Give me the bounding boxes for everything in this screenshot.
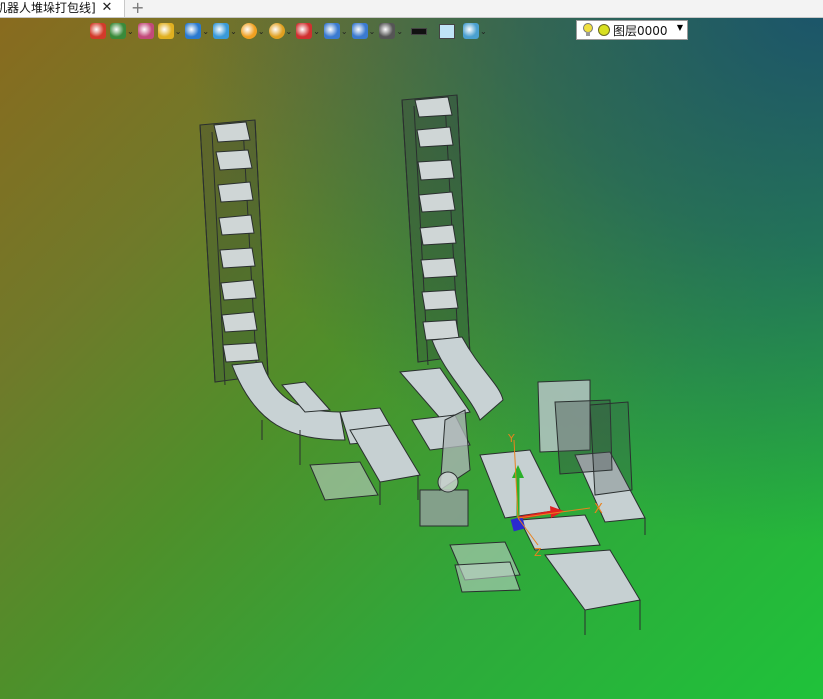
chevron-down-icon[interactable]: ⌄ — [313, 27, 320, 36]
left-tower — [199, 119, 269, 386]
toolbar: ⌄ ⌄ ⌄ ⌄ ⌄ ⌄ ⌄ ⌄ ⌄ ⌄ ⌄ — [90, 19, 491, 43]
person-button[interactable]: ⌄ — [110, 23, 134, 39]
cube-faces-icon — [213, 23, 230, 39]
layer-select[interactable]: 图层0000 ▼ — [576, 20, 688, 40]
z-axis-label: Z — [534, 546, 542, 559]
layer-label: 图层0000 — [613, 23, 668, 38]
split-view-button[interactable]: ⌄ — [351, 23, 376, 39]
box-icon — [323, 23, 340, 39]
exit-icon — [90, 23, 106, 39]
chevron-down-icon[interactable]: ⌄ — [396, 27, 403, 36]
chevron-down-icon[interactable]: ⌄ — [127, 27, 134, 36]
chevron-down-icon[interactable]: ⌄ — [286, 27, 293, 36]
pen-icon — [137, 23, 154, 39]
monitor-button[interactable]: ⌄ — [379, 23, 403, 39]
tab-bar: 机器人堆垛打包线] ✕ + — [0, 0, 823, 18]
pallet-stations — [309, 461, 521, 593]
cube-blue-icon — [185, 23, 202, 39]
zoom-button[interactable]: ⌄ — [268, 23, 293, 39]
lightblue-swatch-button[interactable] — [439, 23, 456, 39]
exit-button[interactable] — [90, 23, 106, 39]
y-axis-label: Y — [507, 432, 515, 445]
orbit-button[interactable]: ⌄ — [240, 23, 265, 39]
chevron-down-icon[interactable]: ⌄ — [230, 27, 237, 36]
chevron-down-icon[interactable]: ⌄ — [175, 27, 182, 36]
chevron-down-icon[interactable]: ▼ — [677, 23, 683, 32]
box-button[interactable]: ⌄ — [323, 23, 348, 39]
chevron-down-icon[interactable]: ⌄ — [258, 27, 265, 36]
zoom-icon — [268, 23, 285, 39]
close-icon[interactable]: ✕ — [100, 0, 114, 16]
split-view-icon — [351, 23, 368, 39]
chevron-down-icon[interactable]: ⌄ — [202, 27, 209, 36]
layer-stack-icon — [463, 23, 480, 39]
layer-stack-button[interactable]: ⌄ — [463, 23, 487, 39]
x-axis-label: X — [594, 502, 603, 517]
black-swatch-icon — [411, 27, 428, 35]
pointer-icon — [296, 23, 313, 39]
right-tower — [401, 94, 471, 366]
monitor-icon — [379, 23, 396, 39]
lightbulb-icon — [583, 23, 593, 36]
chevron-down-icon[interactable]: ⌄ — [480, 27, 487, 36]
document-tab[interactable]: 机器人堆垛打包线] ✕ — [0, 0, 125, 17]
cube-yellow-icon — [157, 23, 174, 39]
new-tab-button[interactable]: + — [131, 0, 144, 16]
cube-blue-button[interactable]: ⌄ — [185, 23, 209, 39]
cube-faces-button[interactable]: ⌄ — [213, 23, 237, 39]
lightblue-swatch-icon — [439, 23, 456, 39]
pen-button[interactable] — [137, 23, 154, 39]
chevron-down-icon[interactable]: ⌄ — [369, 27, 376, 36]
pointer-button[interactable]: ⌄ — [296, 23, 320, 39]
layer-color-dot-icon — [598, 24, 610, 36]
cube-yellow-button[interactable]: ⌄ — [157, 23, 182, 39]
document-tab-title: 机器人堆垛打包线] — [0, 1, 96, 15]
chevron-down-icon[interactable]: ⌄ — [341, 27, 348, 36]
orbit-icon — [240, 23, 257, 39]
person-icon — [110, 23, 126, 39]
black-swatch-button[interactable] — [411, 27, 428, 35]
conveyor-line-model: X Y Z — [199, 94, 646, 635]
